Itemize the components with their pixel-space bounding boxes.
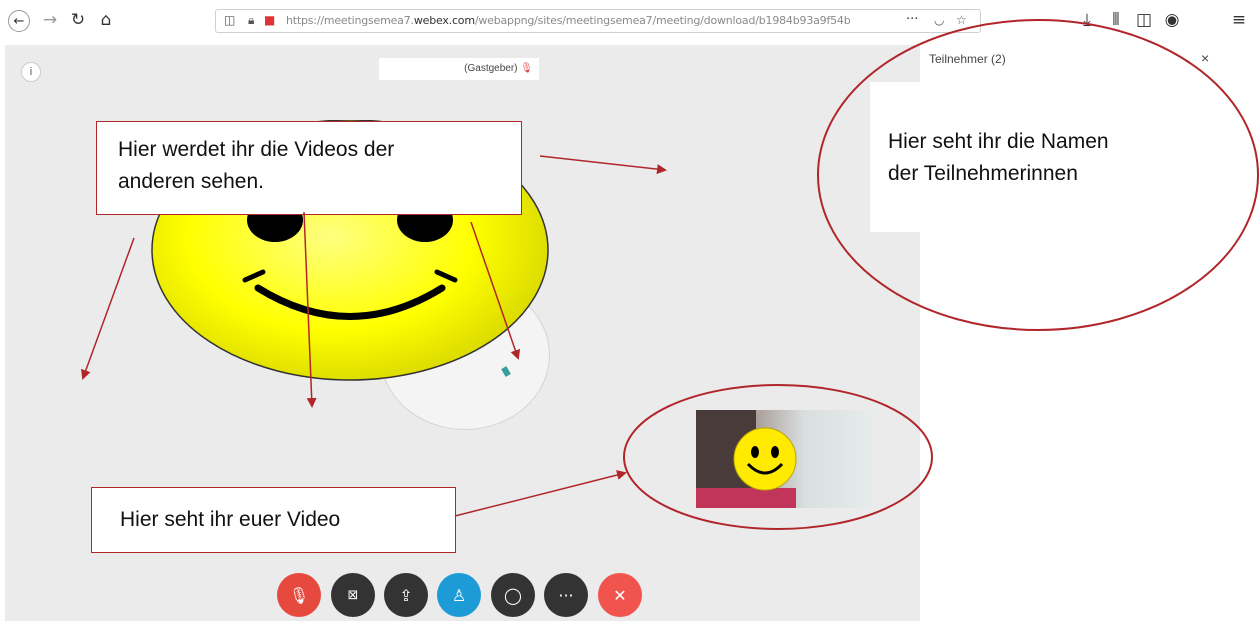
mute-button[interactable]: 🎙︎ [277, 573, 321, 617]
participants-icon: ♙ [451, 585, 467, 605]
downloads-icon[interactable]: ⤓ [1075, 8, 1099, 32]
more-icon: ··· [558, 585, 574, 605]
self-video-preview[interactable] [696, 410, 875, 508]
annotation-videos-callout: Hier werdet ihr die Videos der anderen s… [96, 121, 522, 215]
participants-panel-close-button[interactable]: × [1201, 50, 1209, 66]
annotation-names-callout: Hier seht ihr die Namen der Teilnehmerin… [888, 126, 1109, 190]
home-icon[interactable]: ⌂ [94, 8, 118, 32]
url-bar[interactable]: ◫ 🔒︎ ■ https://meetingsemea7.webex.com/w… [215, 9, 981, 33]
page-actions-menu-icon[interactable]: ··· [906, 12, 918, 27]
pocket-icon[interactable]: ◡ [934, 13, 944, 27]
leave-meeting-button[interactable]: ✕ [598, 573, 642, 617]
reload-icon[interactable]: ↻ [66, 8, 90, 32]
annotation-text: Hier seht ihr die Namen [888, 130, 1109, 153]
meeting-info-button[interactable]: i [21, 62, 41, 82]
forward-icon[interactable]: → [38, 8, 62, 32]
bookmark-star-icon[interactable]: ☆ [956, 13, 967, 27]
host-role-text: (Gastgeber) [464, 63, 518, 74]
annotation-text: Hier werdet ihr die Videos der [118, 138, 395, 161]
annotation-text: der Teilnehmerinnen [888, 162, 1078, 185]
back-icon[interactable]: ← [8, 10, 30, 32]
hamburger-menu-icon[interactable]: ≡ [1227, 8, 1251, 32]
account-icon[interactable]: ◉ [1160, 8, 1184, 32]
info-icon: i [29, 66, 33, 78]
microphone-muted-icon: 🎙︎ [288, 585, 310, 605]
lock-icon[interactable]: 🔒︎ [248, 13, 254, 28]
share-button[interactable]: ⇪ [384, 573, 428, 617]
camera-permission-icon[interactable]: ■ [264, 13, 275, 27]
close-icon: ✕ [613, 585, 627, 605]
host-name-label: (Gastgeber) 🎙︎ [379, 58, 539, 80]
chat-button[interactable]: ◯ [491, 573, 535, 617]
camera-off-icon: ⊠ [347, 587, 359, 603]
tracking-protection-icon[interactable]: ◫ [224, 13, 235, 27]
url-text[interactable]: https://meetingsemea7.webex.com/webappng… [286, 14, 851, 27]
video-toggle-button[interactable]: ⊠ [331, 573, 375, 617]
browser-toolbar: ← → ↻ ⌂ ◫ 🔒︎ ■ https://meetingsemea7.web… [0, 0, 1260, 40]
annotation-own-video-callout: Hier seht ihr euer Video [91, 487, 456, 553]
chat-icon: ◯ [504, 585, 522, 605]
annotation-text: Hier seht ihr euer Video [120, 508, 341, 531]
library-icon[interactable]: ⫴ [1104, 8, 1128, 32]
more-options-button[interactable]: ··· [544, 573, 588, 617]
sidebar-icon[interactable]: ◫ [1132, 8, 1156, 32]
annotation-text: anderen sehen. [118, 170, 264, 193]
share-icon: ⇪ [399, 585, 413, 605]
microphone-muted-icon: 🎙︎ [520, 63, 533, 74]
participants-panel-title: Teilnehmer (2) [929, 52, 1006, 66]
participants-button[interactable]: ♙ [437, 573, 481, 617]
smiley-face-image [733, 427, 797, 491]
